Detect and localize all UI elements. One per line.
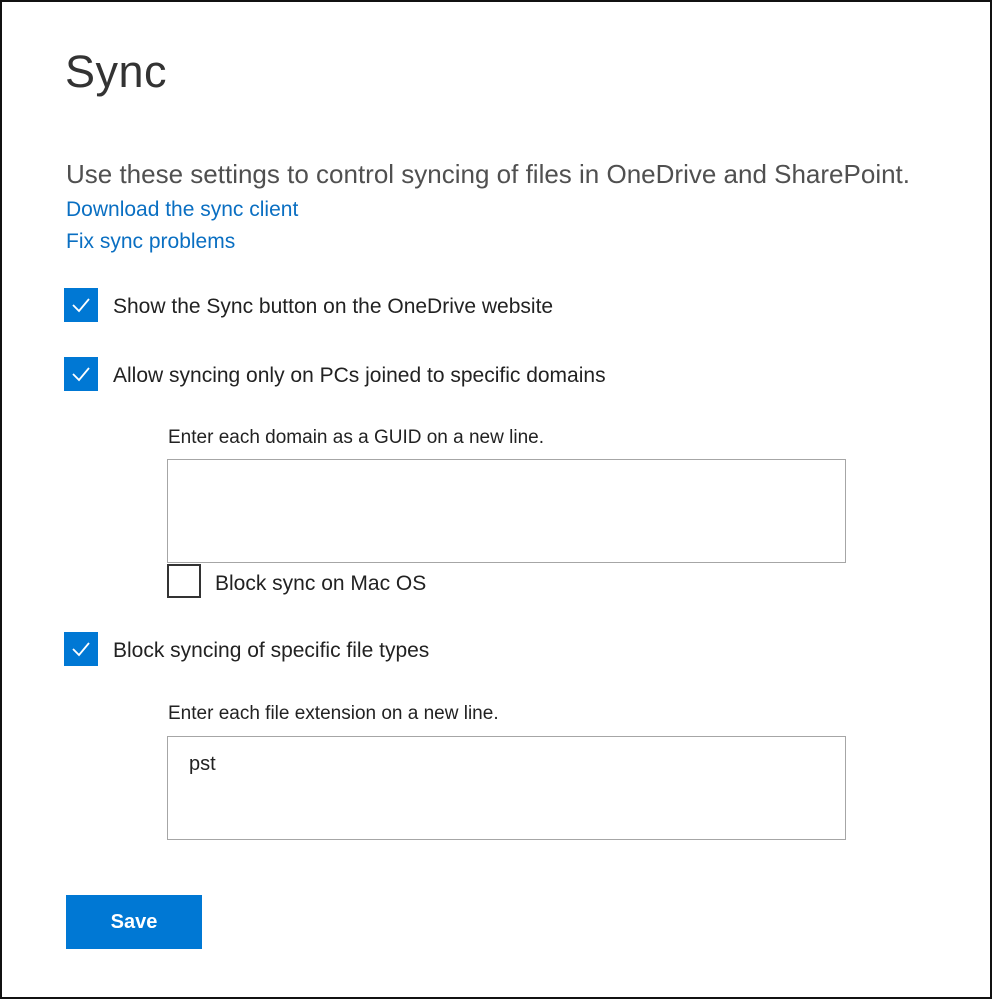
block-file-types-label: Block syncing of specific file types — [113, 639, 430, 662]
show-sync-button-checkbox[interactable] — [64, 288, 98, 322]
domain-hint: Enter each domain as a GUID on a new lin… — [168, 427, 544, 448]
check-icon — [72, 298, 90, 313]
page-title: Sync — [65, 46, 168, 97]
file-extension-hint: Enter each file extension on a new line. — [168, 703, 499, 724]
domain-guid-textarea[interactable] — [167, 459, 846, 563]
check-icon — [72, 367, 90, 382]
download-sync-client-link[interactable]: Download the sync client — [66, 197, 298, 223]
block-mac-label: Block sync on Mac OS — [215, 572, 427, 595]
check-icon — [72, 642, 90, 657]
page-description: Use these settings to control syncing of… — [66, 159, 910, 189]
allow-domains-checkbox[interactable] — [64, 357, 98, 391]
settings-panel: Sync Use these settings to control synci… — [0, 0, 992, 999]
block-file-types-checkbox[interactable] — [64, 632, 98, 666]
show-sync-button-label: Show the Sync button on the OneDrive web… — [113, 295, 554, 318]
save-button[interactable]: Save — [66, 895, 202, 949]
fix-sync-problems-link[interactable]: Fix sync problems — [66, 229, 235, 255]
block-mac-checkbox[interactable] — [167, 564, 201, 598]
allow-domains-label: Allow syncing only on PCs joined to spec… — [113, 364, 606, 387]
file-extension-textarea[interactable]: pst — [167, 736, 846, 840]
